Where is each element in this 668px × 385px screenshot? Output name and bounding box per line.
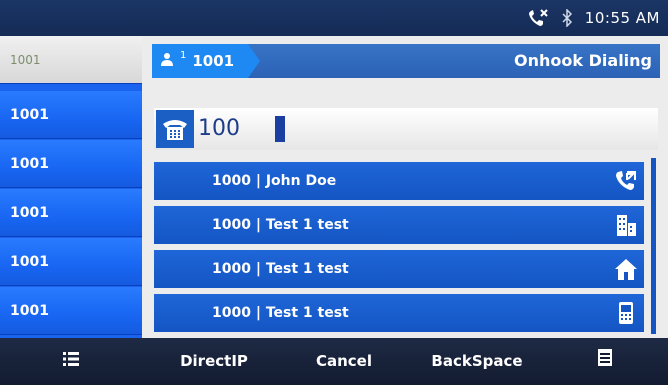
bluetooth-icon <box>561 9 573 27</box>
cancel-softkey[interactable]: Cancel <box>284 338 404 385</box>
line-key-1[interactable]: 1001 <box>0 36 142 84</box>
dial-input-box[interactable]: 100 <box>154 108 658 150</box>
menu-list-icon <box>63 338 79 385</box>
account-person-icon <box>160 52 174 70</box>
match-list-scrollbar[interactable] <box>651 158 656 334</box>
call-log-icon <box>614 169 638 193</box>
account-bar: 1 1001 Onhook Dialing <box>152 44 660 78</box>
line-key-label: 1001 <box>10 253 49 270</box>
match-text: 1000 | Test 1 test <box>212 261 349 277</box>
match-text: 1000 | John Doe <box>212 173 337 189</box>
status-bar: 10:55 AM <box>0 0 668 36</box>
mobile-icon <box>614 301 638 325</box>
line-key-label: 1001 <box>10 155 49 172</box>
backspace-softkey[interactable]: BackSpace <box>412 338 542 385</box>
dialing-mode-title: Onhook Dialing <box>514 51 652 70</box>
account-tag[interactable]: 1 1001 <box>152 44 260 78</box>
home-icon <box>614 257 638 281</box>
line-key-2[interactable]: 1001 <box>0 91 142 139</box>
line-key-label: 1001 <box>10 302 49 319</box>
more-icon <box>598 338 612 385</box>
line-key-6[interactable]: 1001 <box>0 287 142 335</box>
directip-softkey[interactable]: DirectIP <box>154 338 274 385</box>
match-text: 1000 | Test 1 test <box>212 217 349 233</box>
text-cursor <box>275 116 285 142</box>
line-key-5[interactable]: 1001 <box>0 238 142 286</box>
more-softkey[interactable] <box>550 338 660 385</box>
status-time: 10:55 AM <box>584 9 660 27</box>
match-row[interactable]: 1000 | John Doe <box>154 162 644 200</box>
office-icon <box>614 213 638 237</box>
dialed-number: 100 <box>198 116 240 141</box>
line-key-label: 1001 <box>10 52 41 67</box>
line-keys-sidebar: 1001 1001 1001 1001 1001 1001 <box>0 36 142 338</box>
dialing-panel: 1 1001 Onhook Dialing 100 1000 | John Do… <box>142 36 668 338</box>
account-tag-arrow <box>248 44 260 78</box>
line-key-label: 1001 <box>10 106 49 123</box>
match-row[interactable]: 1000 | Test 1 test <box>154 250 644 288</box>
match-text: 1000 | Test 1 test <box>212 305 349 321</box>
match-row[interactable]: 1000 | Test 1 test <box>154 206 644 244</box>
account-index: 1 <box>180 49 187 61</box>
line-key-4[interactable]: 1001 <box>0 189 142 237</box>
desk-phone-icon <box>156 110 194 148</box>
missed-call-icon <box>527 8 549 28</box>
account-number: 1001 <box>192 52 235 70</box>
softkey-bar: DirectIP Cancel BackSpace <box>0 338 668 385</box>
match-row[interactable]: 1000 | Test 1 test <box>154 294 644 332</box>
line-key-label: 1001 <box>10 204 49 221</box>
menu-softkey[interactable] <box>0 338 142 385</box>
line-key-3[interactable]: 1001 <box>0 140 142 188</box>
